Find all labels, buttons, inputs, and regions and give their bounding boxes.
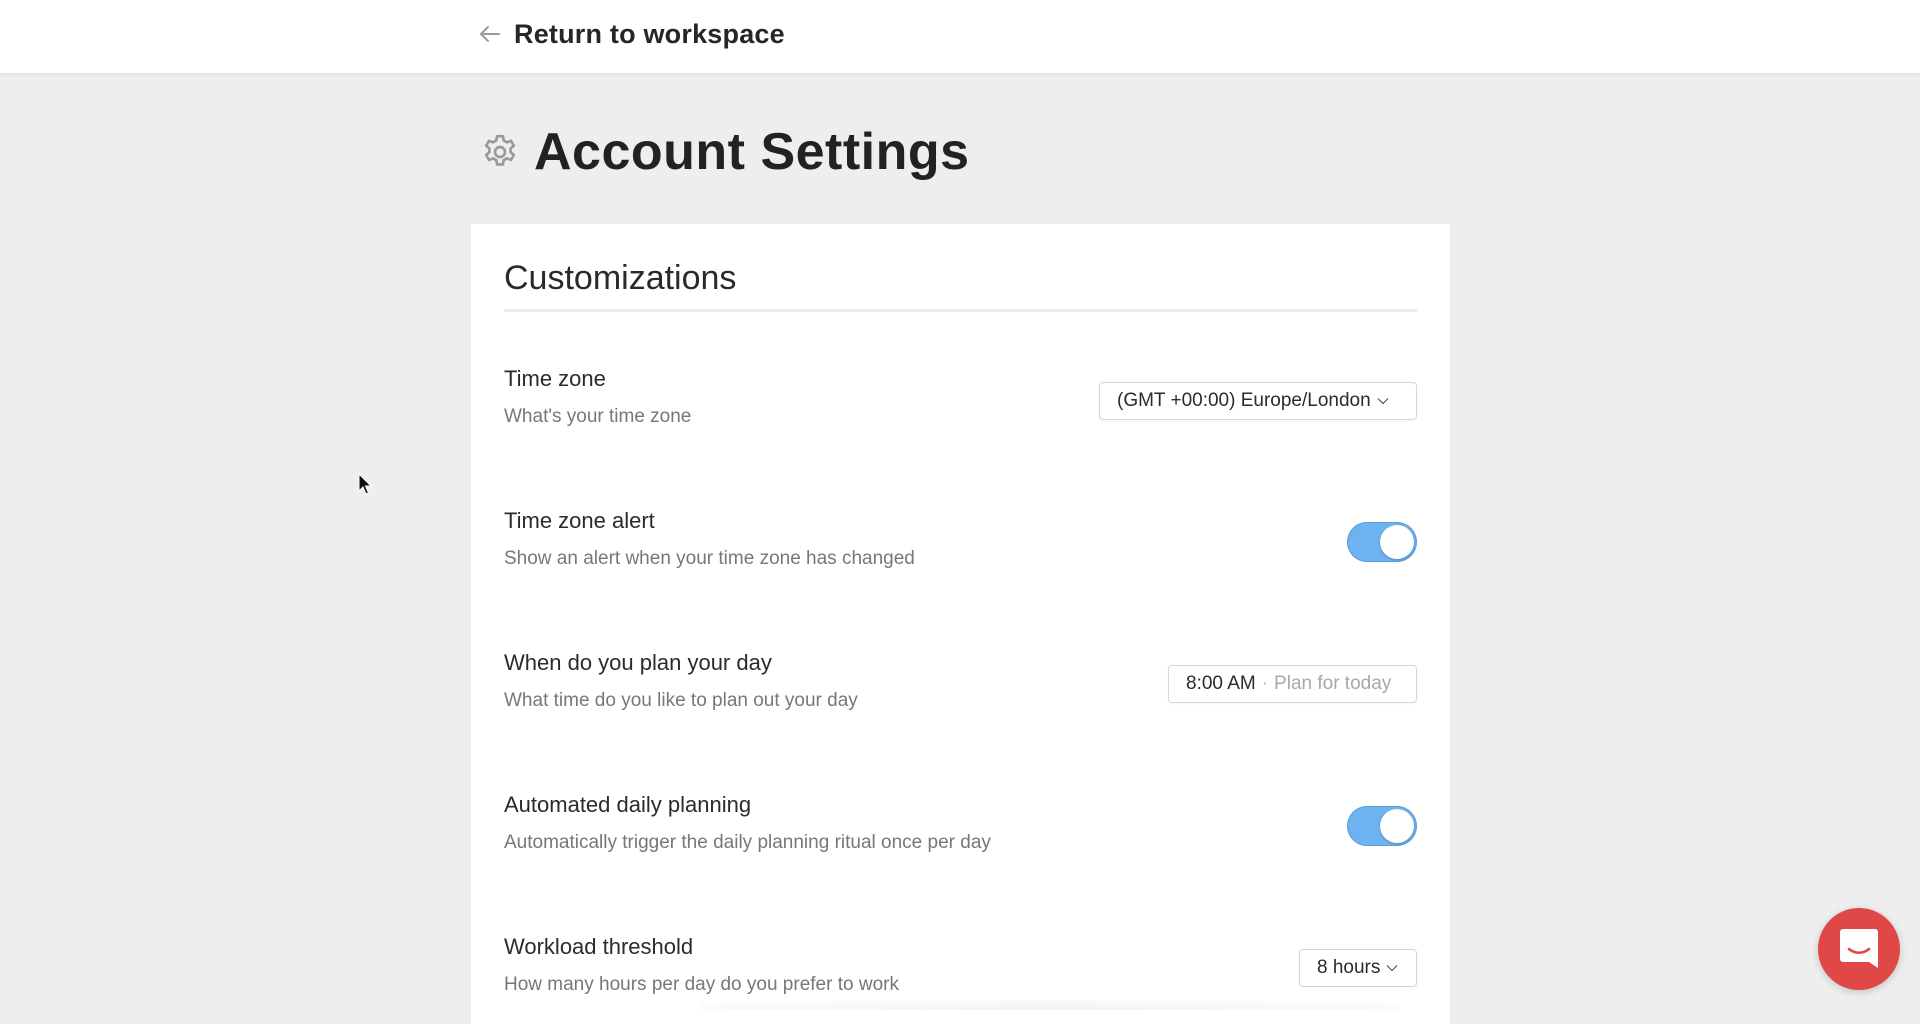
setting-description: How many hours per day do you prefer to … <box>504 974 899 995</box>
setting-description: What's your time zone <box>504 406 692 427</box>
time-zone-alert-toggle[interactable] <box>1347 522 1417 562</box>
automated-daily-planning-toggle[interactable] <box>1347 806 1417 846</box>
arrow-left-icon <box>478 22 502 46</box>
time-zone-select[interactable]: (GMT +00:00) Europe/London <box>1099 382 1417 420</box>
setting-label: Automated daily planning <box>504 792 752 817</box>
time-zone-value: (GMT +00:00) Europe/London <box>1117 390 1371 411</box>
workload-threshold-select[interactable]: 8 hours <box>1299 949 1417 987</box>
bottom-shadow <box>700 1000 1400 1010</box>
setting-description: Automatically trigger the daily planning… <box>504 832 991 853</box>
setting-description: What time do you like to plan out your d… <box>504 690 858 711</box>
plan-time-value: 8:00 AM <box>1186 673 1256 694</box>
return-to-workspace-link[interactable]: Return to workspace <box>478 14 785 54</box>
chevron-down-icon <box>1386 964 1398 972</box>
separator: · <box>1261 673 1269 694</box>
section-title: Customizations <box>504 259 737 297</box>
setting-label: Time zone <box>504 366 606 391</box>
customizations-card: Customizations Time zone What's your tim… <box>471 224 1450 1024</box>
mouse-cursor-icon <box>358 473 373 495</box>
plan-time-hint: Plan for today <box>1274 673 1392 694</box>
page-title: Account Settings <box>480 122 970 182</box>
setting-time-zone-alert: Time zone alert Show an alert when your … <box>504 508 1417 598</box>
section-divider <box>504 309 1417 312</box>
page-heading: Account Settings <box>534 123 970 181</box>
chevron-down-icon <box>1377 397 1389 405</box>
setting-workload-threshold: Workload threshold How many hours per da… <box>504 934 1417 1024</box>
plan-time-field[interactable]: 8:00 AM · Plan for today <box>1168 665 1417 703</box>
top-bar: Return to workspace <box>0 0 1920 74</box>
setting-label: Time zone alert <box>504 508 655 533</box>
chat-launcher-button[interactable] <box>1818 908 1900 990</box>
return-to-workspace-label: Return to workspace <box>514 18 785 49</box>
setting-plan-time: When do you plan your day What time do y… <box>504 650 1417 740</box>
toggle-knob <box>1380 809 1414 843</box>
gear-icon <box>480 132 520 172</box>
setting-label: Workload threshold <box>504 934 694 959</box>
setting-time-zone: Time zone What's your time zone (GMT +00… <box>504 366 1417 456</box>
setting-description: Show an alert when your time zone has ch… <box>504 548 915 569</box>
setting-label: When do you plan your day <box>504 650 772 675</box>
toggle-knob <box>1380 525 1414 559</box>
chat-bubble-icon <box>1839 927 1879 971</box>
workload-threshold-value: 8 hours <box>1317 957 1381 978</box>
setting-automated-daily-planning: Automated daily planning Automatically t… <box>504 792 1417 882</box>
